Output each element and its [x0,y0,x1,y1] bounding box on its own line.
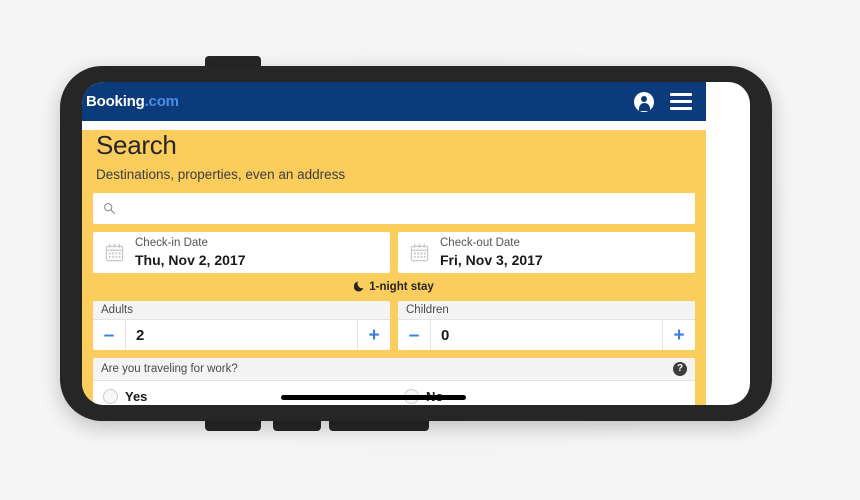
radio-label-yes: Yes [125,388,148,404]
stay-duration-summary: 1-night stay [90,280,698,293]
page-subtitle: Destinations, properties, even an addres… [96,167,346,182]
children-decrement-button[interactable]: – [398,326,430,345]
adults-value: 2 [136,326,145,344]
logo-suffix-text: .com [144,93,179,110]
destination-search-field[interactable] [93,193,695,224]
checkout-date-label: Check-out Date [440,237,520,250]
checkout-date-text: Check-out Date Fri, Nov 3, 2017 [440,237,543,267]
guests-row: Adults – 2 + Children – 0 + [93,301,695,350]
adults-label: Adults [93,301,390,320]
stay-duration-text: 1-night stay [369,281,434,293]
adults-stepper: Adults – 2 + [93,301,390,350]
children-increment-button[interactable]: + [663,326,695,345]
moon-icon [354,281,364,292]
app-header: Booking.com [82,82,706,121]
booking-app-viewport: Booking.com Search Destinations, propert… [82,82,706,405]
hamburger-bar-1 [670,93,692,96]
checkin-date-value: Thu, Nov 2, 2017 [135,251,246,268]
booking-logo[interactable]: Booking.com [86,93,179,110]
device-bezel: Booking.com Search Destinations, propert… [60,66,772,421]
adults-decrement-button[interactable]: – [93,326,125,345]
device-screen: Booking.com Search Destinations, propert… [82,82,750,405]
date-row: Check-in Date Thu, Nov 2, 2017 Check-out… [93,232,695,273]
hamburger-bar-2 [670,100,692,103]
hamburger-bar-3 [670,107,692,110]
phone-device-mockup: Booking.com Search Destinations, propert… [60,56,772,431]
search-input[interactable] [124,201,685,216]
children-value: 0 [441,326,450,344]
business-travel-options: Yes No [93,381,695,405]
hamburger-menu-icon[interactable] [670,93,692,110]
home-indicator-bar[interactable] [281,395,466,400]
children-label: Children [398,301,695,320]
page-title: Search [96,130,177,160]
checkin-date-field[interactable]: Check-in Date Thu, Nov 2, 2017 [93,232,390,273]
children-stepper: Children – 0 + [398,301,695,350]
help-question-icon[interactable]: ? [673,362,687,376]
checkout-date-field[interactable]: Check-out Date Fri, Nov 3, 2017 [398,232,695,273]
calendar-icon [410,243,429,262]
adults-controls: – 2 + [93,320,390,350]
radio-button-yes[interactable] [103,388,118,404]
checkout-date-value: Fri, Nov 3, 2017 [440,251,543,268]
children-controls: – 0 + [398,320,695,350]
checkin-date-text: Check-in Date Thu, Nov 2, 2017 [135,237,245,267]
search-form-body: Search Destinations, properties, even an… [82,130,706,405]
search-icon [104,203,115,215]
business-travel-question: Are you traveling for work? [101,363,238,375]
logo-brand-text: Booking [86,93,145,110]
business-travel-header: Are you traveling for work? ? [93,358,695,381]
calendar-icon [105,243,124,262]
adults-increment-button[interactable]: + [358,326,390,345]
checkin-date-label: Check-in Date [135,237,208,250]
account-person-icon[interactable] [634,91,654,112]
